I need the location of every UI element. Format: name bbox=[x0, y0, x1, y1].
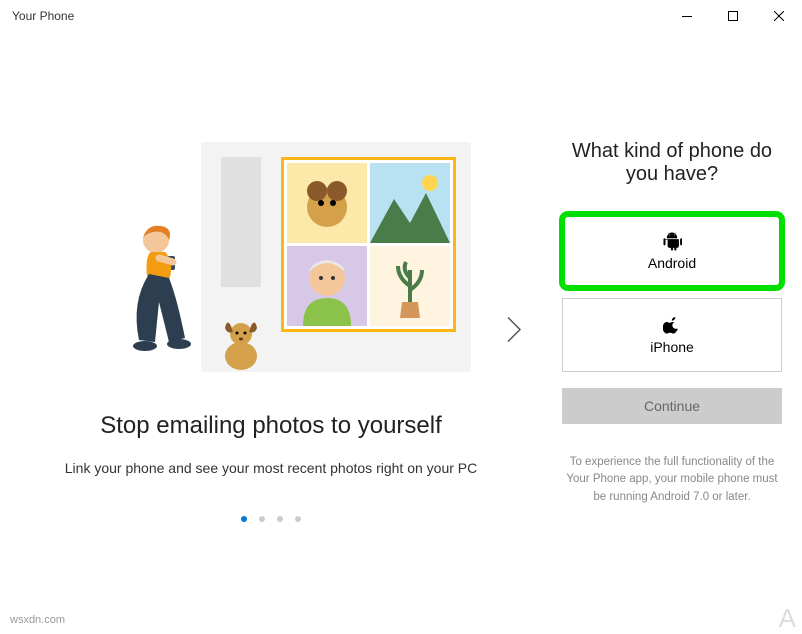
carousel-dot[interactable] bbox=[295, 516, 301, 522]
maximize-button[interactable] bbox=[710, 0, 756, 32]
photo-tile-dog bbox=[287, 163, 367, 243]
carousel-dots bbox=[241, 516, 301, 522]
window-controls bbox=[664, 0, 802, 32]
chevron-right-icon bbox=[506, 316, 522, 344]
photo-tile-plant bbox=[370, 246, 450, 326]
titlebar: Your Phone bbox=[0, 0, 802, 32]
photo-tile-person bbox=[287, 246, 367, 326]
door-graphic bbox=[221, 157, 261, 287]
continue-button[interactable]: Continue bbox=[562, 388, 782, 424]
window-title: Your Phone bbox=[12, 9, 74, 23]
close-button[interactable] bbox=[756, 0, 802, 32]
watermark-br: A bbox=[779, 603, 796, 634]
apple-icon bbox=[662, 315, 682, 335]
maximize-icon bbox=[728, 11, 738, 21]
carousel-dot[interactable] bbox=[259, 516, 265, 522]
onboarding-heading: Stop emailing photos to yourself bbox=[100, 412, 442, 440]
minimize-button[interactable] bbox=[664, 0, 710, 32]
onboarding-subheading: Link your phone and see your most recent… bbox=[65, 460, 477, 476]
disclaimer-text: To experience the full functionality of … bbox=[562, 454, 782, 506]
main-content: Stop emailing photos to yourself Link yo… bbox=[0, 32, 802, 634]
option-android[interactable]: Android bbox=[562, 214, 782, 288]
photo-frame bbox=[281, 157, 456, 332]
phone-question: What kind of phone do you have? bbox=[562, 140, 782, 186]
close-icon bbox=[774, 11, 784, 21]
onboarding-panel: Stop emailing photos to yourself Link yo… bbox=[0, 32, 542, 634]
option-label: Android bbox=[648, 255, 696, 271]
option-iphone[interactable]: iPhone bbox=[562, 298, 782, 372]
person-graphic bbox=[101, 222, 221, 372]
minimize-icon bbox=[682, 16, 692, 17]
next-arrow-button[interactable] bbox=[496, 306, 532, 361]
option-label: iPhone bbox=[650, 339, 694, 355]
illustration bbox=[81, 142, 461, 372]
dog-graphic bbox=[211, 312, 271, 372]
phone-select-panel: What kind of phone do you have? Android … bbox=[542, 32, 802, 634]
carousel-dot[interactable] bbox=[241, 516, 247, 522]
android-icon bbox=[662, 231, 682, 251]
photo-tile-mountain bbox=[370, 163, 450, 243]
carousel-dot[interactable] bbox=[277, 516, 283, 522]
watermark-bl: wsxdn.com bbox=[10, 614, 65, 626]
